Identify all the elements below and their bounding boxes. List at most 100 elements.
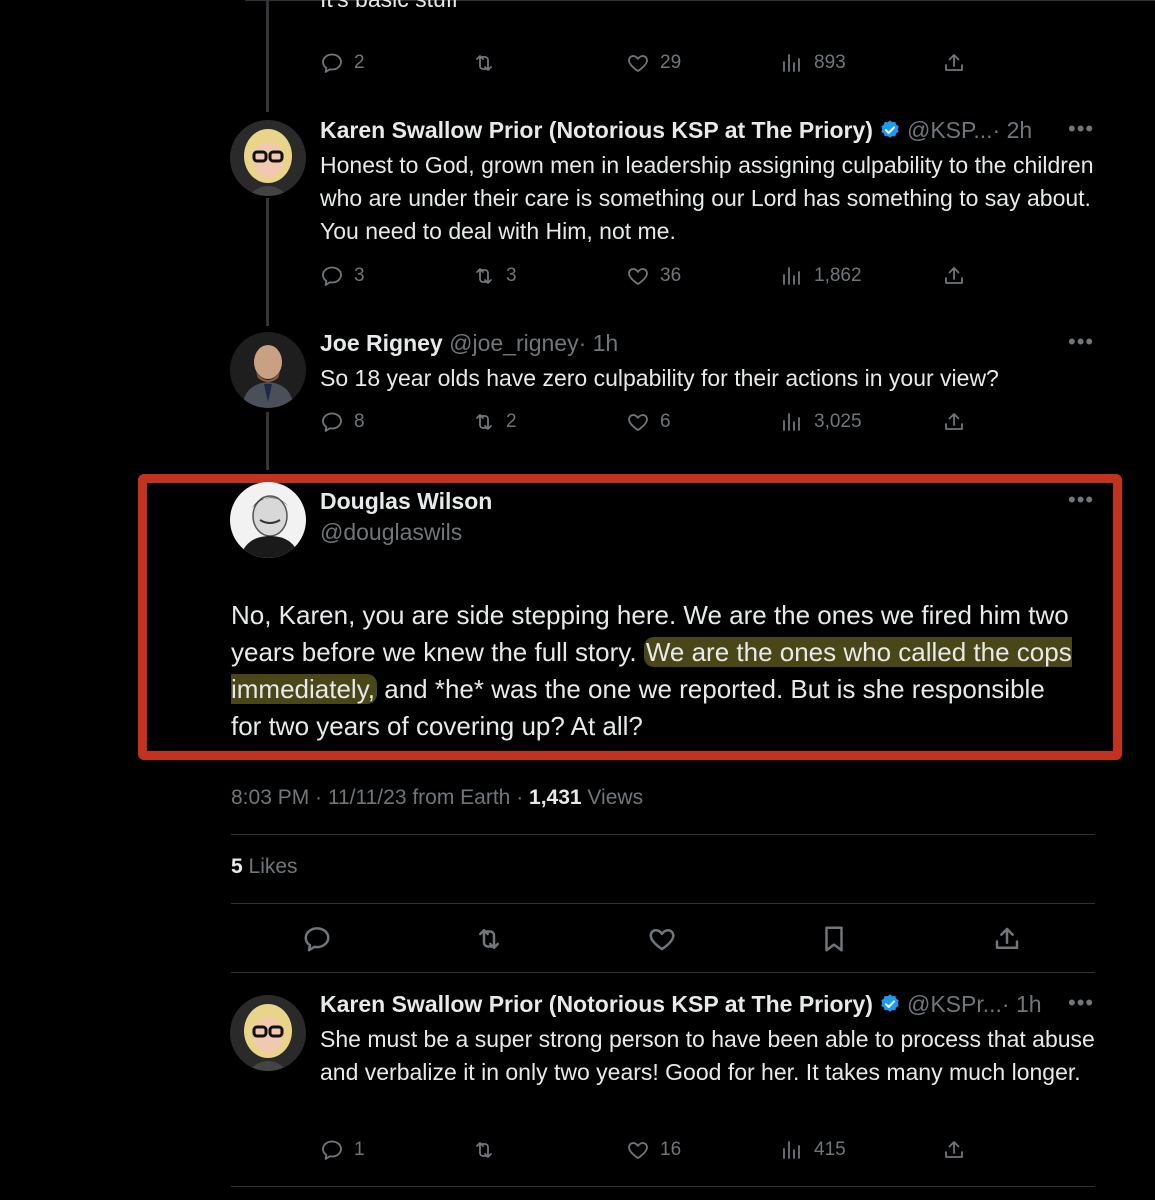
avatar-douglas-image bbox=[230, 482, 306, 558]
views-label: Views bbox=[581, 786, 644, 809]
display-name[interactable]: Joe Rigney bbox=[320, 330, 443, 356]
timestamp[interactable]: · 1h bbox=[579, 330, 619, 356]
avatar-joe[interactable] bbox=[230, 332, 306, 408]
share-button[interactable] bbox=[942, 261, 966, 291]
likes-label: Likes bbox=[242, 855, 298, 878]
views-count: 3,025 bbox=[814, 411, 862, 432]
likes-summary[interactable]: 5 Likes bbox=[231, 855, 298, 879]
share-icon bbox=[942, 410, 966, 434]
main-tweet-handle-row: @douglaswils bbox=[320, 518, 462, 546]
reply-button[interactable]: 3 bbox=[320, 261, 365, 291]
retweet-icon bbox=[472, 410, 496, 434]
share-button[interactable] bbox=[942, 1135, 966, 1165]
divider bbox=[231, 903, 1095, 904]
like-count: 36 bbox=[660, 265, 682, 286]
views-button[interactable]: 3,025 bbox=[780, 407, 862, 437]
reply-count: 8 bbox=[354, 411, 365, 432]
reply-button[interactable]: 1 bbox=[320, 1135, 365, 1165]
retweet-button[interactable]: 3 bbox=[472, 261, 517, 291]
views-button[interactable]: 415 bbox=[780, 1135, 846, 1165]
like-button[interactable]: 16 bbox=[626, 1135, 681, 1165]
divider bbox=[231, 1186, 1095, 1187]
views-button[interactable]: 893 bbox=[780, 48, 846, 78]
like-count: 6 bbox=[660, 411, 671, 432]
views-count: 415 bbox=[814, 1139, 846, 1160]
reply-icon bbox=[320, 1138, 344, 1162]
retweet-icon[interactable] bbox=[474, 924, 504, 954]
views-icon bbox=[780, 410, 804, 434]
timestamp[interactable]: · 1h bbox=[1002, 991, 1042, 1017]
tweet-actions: 1 16 415 bbox=[320, 1135, 1000, 1165]
display-name[interactable]: Douglas Wilson bbox=[320, 488, 492, 514]
more-icon[interactable]: ••• bbox=[1068, 487, 1094, 513]
tweet-actions: 2 29 893 bbox=[320, 48, 1000, 78]
retweet-button[interactable]: 2 bbox=[472, 407, 517, 437]
handle[interactable]: @douglaswils bbox=[320, 519, 462, 545]
share-icon[interactable] bbox=[992, 924, 1022, 954]
views-icon bbox=[780, 1138, 804, 1162]
reply-button[interactable]: 2 bbox=[320, 48, 365, 78]
thread-line bbox=[266, 412, 269, 470]
like-icon bbox=[626, 51, 650, 75]
tweet-header: Karen Swallow Prior (Notorious KSP at Th… bbox=[320, 990, 1042, 1018]
tweet-text: So 18 year olds have zero culpability fo… bbox=[320, 365, 999, 391]
like-button[interactable]: 36 bbox=[626, 261, 681, 291]
avatar-karen[interactable] bbox=[230, 120, 306, 196]
like-count: 29 bbox=[660, 52, 682, 73]
retweet-button[interactable] bbox=[472, 1135, 506, 1165]
timestamp[interactable]: · 2h bbox=[993, 117, 1033, 143]
like-icon bbox=[626, 1138, 650, 1162]
display-name[interactable]: Karen Swallow Prior (Notorious KSP at Th… bbox=[320, 991, 873, 1017]
like-button[interactable]: 6 bbox=[626, 407, 671, 437]
views-count: 1,862 bbox=[814, 265, 862, 286]
views-icon bbox=[780, 51, 804, 75]
avatar-joe-image bbox=[230, 332, 306, 408]
avatar-karen-image bbox=[230, 120, 306, 196]
reply-count: 3 bbox=[354, 265, 365, 286]
more-icon[interactable]: ••• bbox=[1068, 116, 1094, 142]
handle[interactable]: @KSPr... bbox=[907, 991, 1002, 1017]
tweet-text: She must be a super strong person to hav… bbox=[320, 1026, 1095, 1085]
tweet-text-cut: It's basic stuff bbox=[320, 0, 458, 13]
like-button[interactable]: 29 bbox=[626, 48, 681, 78]
like-count: 16 bbox=[660, 1139, 682, 1160]
more-icon[interactable]: ••• bbox=[1068, 329, 1094, 355]
handle[interactable]: @joe_rigney bbox=[449, 330, 578, 356]
retweet-icon bbox=[472, 51, 496, 75]
share-button[interactable] bbox=[942, 407, 966, 437]
views-button[interactable]: 1,862 bbox=[780, 261, 862, 291]
views-icon bbox=[780, 264, 804, 288]
more-icon[interactable]: ••• bbox=[1068, 990, 1094, 1016]
avatar-karen[interactable] bbox=[230, 995, 306, 1071]
bookmark-icon[interactable] bbox=[819, 924, 849, 954]
reply-icon bbox=[320, 51, 344, 75]
retweet-icon bbox=[472, 1138, 496, 1162]
share-button[interactable] bbox=[942, 48, 966, 78]
like-icon bbox=[626, 410, 650, 434]
views-total: 1,431 bbox=[529, 786, 582, 809]
handle[interactable]: @KSP... bbox=[907, 117, 993, 143]
retweet-count: 3 bbox=[506, 265, 517, 286]
divider bbox=[231, 834, 1095, 835]
retweet-count: 2 bbox=[506, 411, 517, 432]
share-icon bbox=[942, 51, 966, 75]
retweet-button[interactable] bbox=[472, 48, 506, 78]
thread-line bbox=[266, 198, 269, 326]
verified-badge-icon bbox=[879, 993, 901, 1015]
tweet-meta: 8:03 PM · 11/11/23 from Earth · 1,431 Vi… bbox=[231, 786, 643, 810]
avatar-karen-image bbox=[230, 995, 306, 1071]
reply-count: 2 bbox=[354, 52, 365, 73]
avatar-douglas[interactable] bbox=[230, 482, 306, 558]
reply-button[interactable]: 8 bbox=[320, 407, 365, 437]
tweet-actions: 8 2 6 3,025 bbox=[320, 407, 1000, 437]
likes-total: 5 bbox=[231, 855, 243, 878]
tweet-datetime[interactable]: 8:03 PM · 11/11/23 from Earth · bbox=[231, 786, 529, 809]
display-name[interactable]: Karen Swallow Prior (Notorious KSP at Th… bbox=[320, 117, 873, 143]
reply-icon bbox=[320, 264, 344, 288]
tweet-text: Honest to God, grown men in leadership a… bbox=[320, 152, 1094, 244]
share-icon bbox=[942, 264, 966, 288]
tweet-header: Karen Swallow Prior (Notorious KSP at Th… bbox=[320, 116, 1032, 144]
divider bbox=[231, 972, 1095, 973]
like-icon[interactable] bbox=[647, 924, 677, 954]
reply-icon[interactable] bbox=[302, 924, 332, 954]
